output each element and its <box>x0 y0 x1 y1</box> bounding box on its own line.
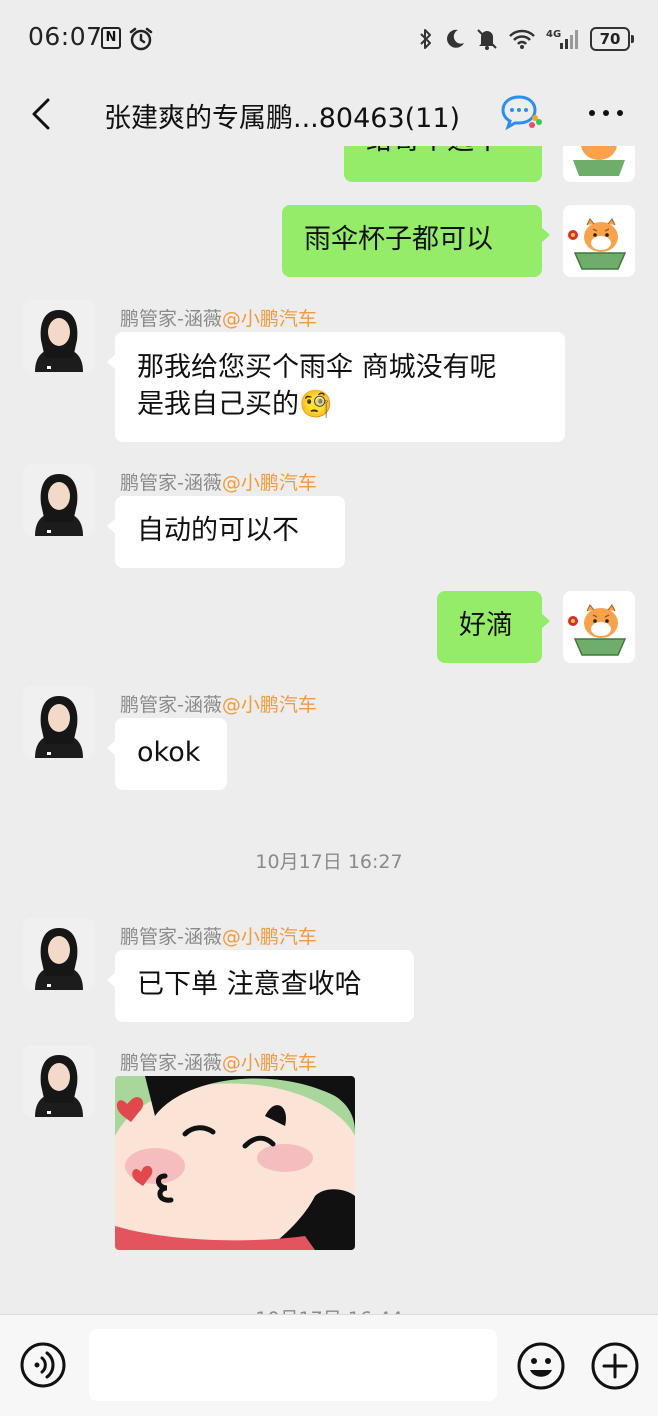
message-timestamp: 10月17日 16:44 <box>0 1304 658 1314</box>
incoming-message[interactable]: 已下单 注意查收哈 <box>107 950 414 1022</box>
chevron-left-icon[interactable] <box>24 94 64 134</box>
outgoing-message[interactable]: 好滴 <box>437 591 550 663</box>
sender-org: @小鹏汽车 <box>221 926 317 948</box>
incoming-message[interactable]: 自动的可以不 <box>107 496 345 568</box>
input-bar <box>0 1314 658 1416</box>
message-text: 雨伞杯子都可以 <box>304 224 493 255</box>
sender-label: 鹏管家-涵薇@小鹏汽车 <box>120 690 317 717</box>
emoji-icon[interactable] <box>516 1341 566 1391</box>
sender-label: 鹏管家-涵薇@小鹏汽车 <box>120 304 317 331</box>
plus-icon[interactable] <box>590 1341 640 1391</box>
more-dots-icon[interactable] <box>586 98 626 128</box>
sender-label: 鹏管家-涵薇@小鹏汽车 <box>120 1048 317 1075</box>
sender-name: 鹏管家-涵薇 <box>120 694 222 716</box>
battery-indicator: 70 <box>590 27 634 51</box>
sender-label: 鹏管家-涵薇@小鹏汽车 <box>120 922 317 949</box>
message-list[interactable]: 给哥个选不 雨伞杯子都可以 鹏管家-涵薇@小鹏汽车 那我给您买个雨伞 商城没有呢… <box>0 146 658 1314</box>
outgoing-message[interactable]: 给哥个选不 <box>344 146 542 182</box>
avatar[interactable] <box>23 1045 95 1117</box>
message-text: 已下单 注意查收哈 <box>137 969 362 1000</box>
signal-4g-icon: 4G <box>546 29 578 49</box>
avatar[interactable] <box>23 686 95 758</box>
moon-icon <box>447 29 464 48</box>
svg-text:4G: 4G <box>546 29 561 40</box>
tiger-avatar[interactable] <box>563 591 635 663</box>
message-input[interactable] <box>89 1329 497 1401</box>
message-timestamp: 10月17日 16:27 <box>255 851 403 873</box>
message-text: 给哥个选不 <box>366 146 501 156</box>
incoming-message[interactable]: okok <box>107 718 227 790</box>
tiger-avatar[interactable] <box>563 146 635 182</box>
message-text: 好滴 <box>459 610 513 641</box>
sender-org: @小鹏汽车 <box>221 308 317 330</box>
message-text-line: 是我自己买的🧐 <box>137 389 333 420</box>
incoming-message[interactable]: 那我给您买个雨伞 商城没有呢 是我自己买的🧐 <box>107 332 565 442</box>
sender-label: 鹏管家-涵薇@小鹏汽车 <box>120 468 317 495</box>
bluetooth-icon <box>420 29 431 49</box>
sender-org: @小鹏汽车 <box>221 472 317 494</box>
avatar[interactable] <box>23 300 95 372</box>
outgoing-message[interactable]: 雨伞杯子都可以 <box>282 205 550 277</box>
voice-icon[interactable] <box>19 1341 67 1389</box>
sender-name: 鹏管家-涵薇 <box>120 308 222 330</box>
sender-name: 鹏管家-涵薇 <box>120 472 222 494</box>
chat-header: 张建爽的专属鹏...80463(11) <box>0 80 658 146</box>
message-text: okok <box>137 737 201 768</box>
status-time: 06:07 <box>28 22 103 51</box>
message-text-line: 那我给您买个雨伞 商城没有呢 <box>137 352 497 383</box>
status-bar: 06:07 N 4G 70 <box>0 0 658 80</box>
chat-bubble-icon[interactable] <box>501 94 543 130</box>
alarm-icon <box>129 27 153 51</box>
tiger-avatar[interactable] <box>563 205 635 277</box>
chat-title: 张建爽的专属鹏...80463(11) <box>104 103 461 134</box>
sender-name: 鹏管家-涵薇 <box>120 926 222 948</box>
kissing-cartoon-sticker[interactable] <box>115 1076 355 1250</box>
mute-bell-icon <box>477 29 497 50</box>
nfc-icon: N <box>101 27 121 49</box>
wifi-icon <box>509 29 535 49</box>
sender-org: @小鹏汽车 <box>221 694 317 716</box>
sender-name: 鹏管家-涵薇 <box>120 1052 222 1074</box>
message-text: 自动的可以不 <box>137 515 299 546</box>
avatar[interactable] <box>23 918 95 990</box>
avatar[interactable] <box>23 464 95 536</box>
sender-org: @小鹏汽车 <box>221 1052 317 1074</box>
